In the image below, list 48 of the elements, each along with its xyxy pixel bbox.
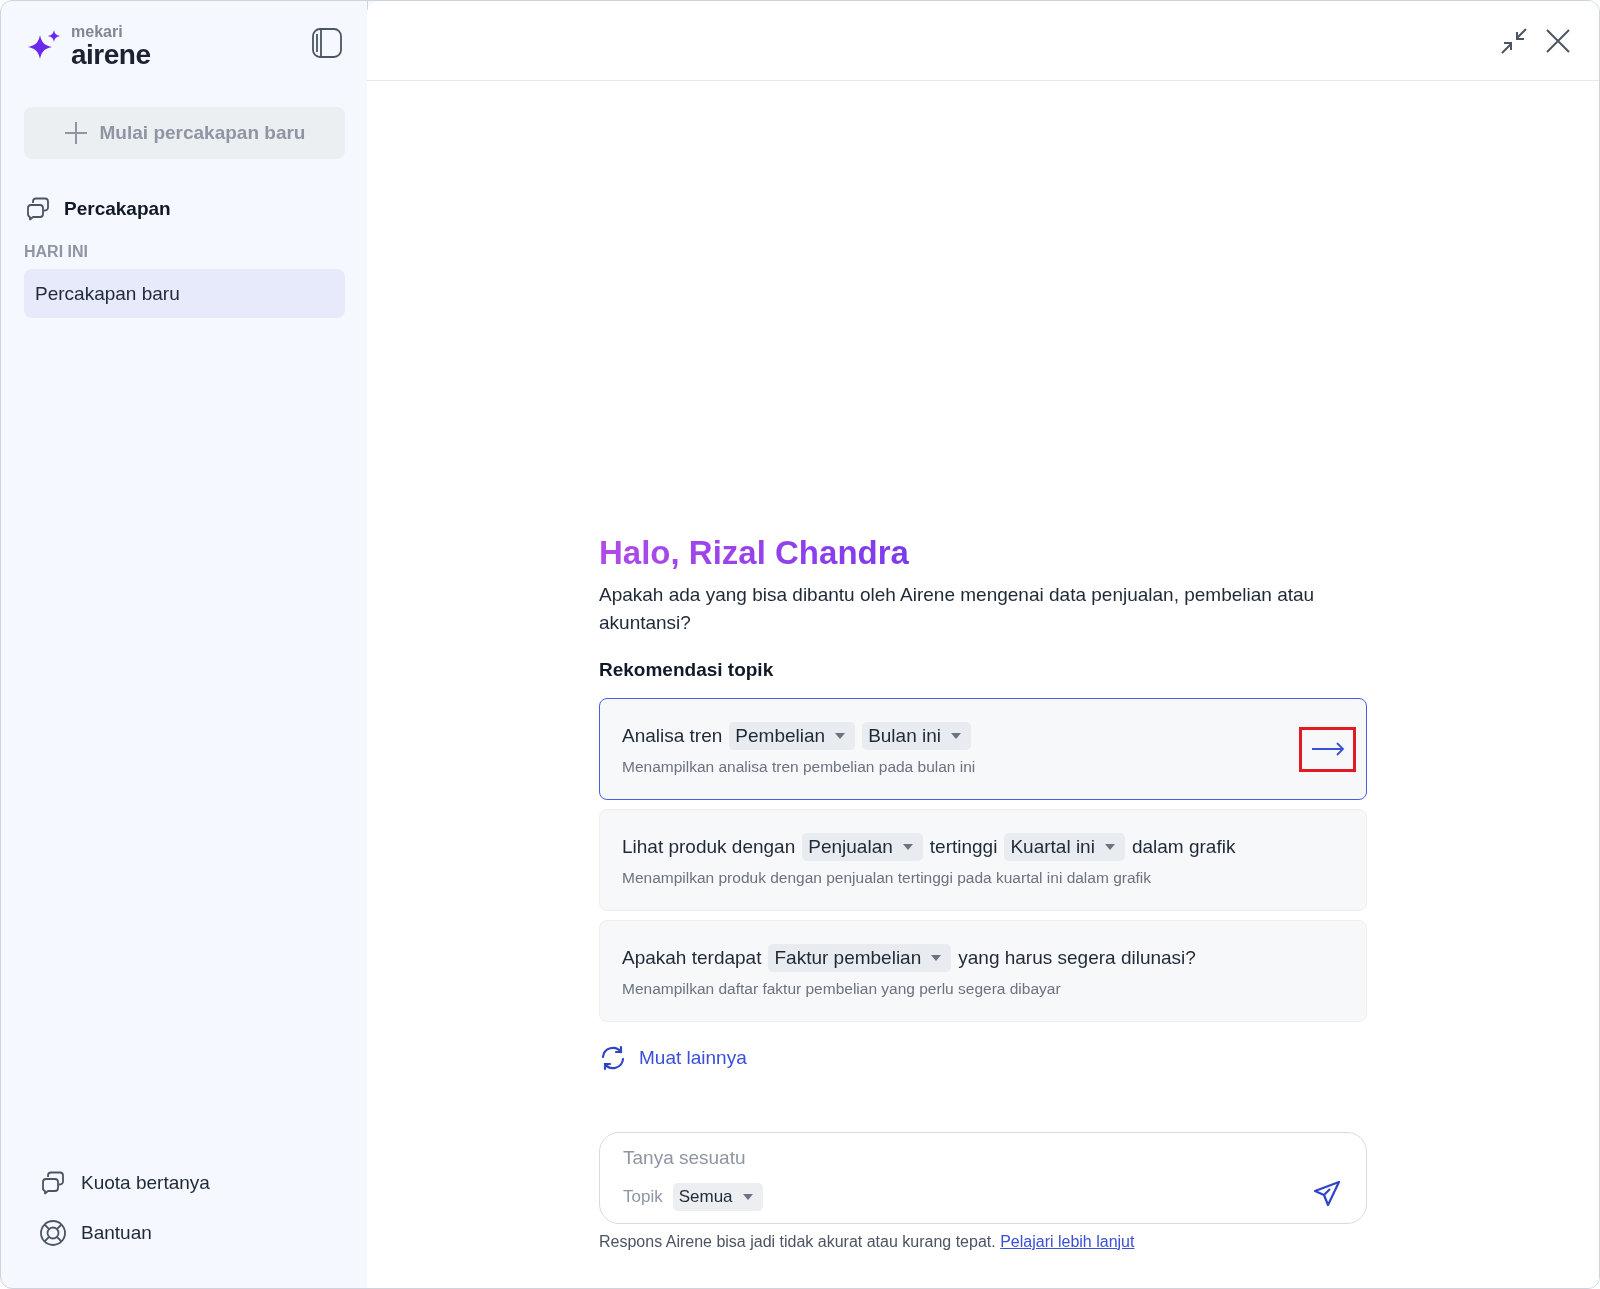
arrow-right-icon [1310,742,1345,756]
caret-icon [835,733,846,739]
caret-icon [742,1194,753,1200]
topic-text: Apakah terdapat [622,947,762,969]
conversation-item[interactable]: Percakapan baru [24,269,345,318]
load-more-button[interactable]: Muat lainnya [599,1044,747,1072]
topic-text: Lihat produk dengan [622,836,796,858]
brand-company: mekari [71,24,124,40]
sidebar-toggle-button[interactable] [311,27,343,59]
disclaimer-text: Respons Airene bisa jadi tidak akurat atau kurang tepat. Pelajari lebih lanjut [599,1233,1136,1251]
help-item[interactable]: Bantuan [24,1208,345,1258]
topic-card[interactable]: Apakah terdapat Faktur pembelian yang harus segera dilunasi? Menampilkan daftar faktur pembelian yang perlu segera dibayar [599,920,1367,1022]
question-input[interactable]: Tanya sesuatu [623,1147,1312,1169]
minimize-button[interactable] [1499,25,1529,56]
learn-more-link[interactable]: Pelajari lebih lanjut [1000,1233,1135,1250]
topic-text: Analisa tren [622,725,723,747]
topic-description: Menampilkan daftar faktur pembelian yang perlu segera dibayar [622,980,1062,998]
topic-dropdown[interactable]: Pembelian [729,722,856,750]
topic-dropdown[interactable]: Faktur pembelian [768,944,952,972]
topic-select[interactable]: Semua [672,1183,763,1211]
topic-description: Menampilkan produk dengan penjualan tertinggi pada kuartal ini dalam grafik [622,869,1153,887]
topic-dropdown[interactable]: Penjualan [802,833,923,861]
topic-description: Menampilkan analisa tren pembelian pada bulan ini [622,758,977,776]
caret-icon [902,844,913,850]
send-button[interactable] [1312,1179,1342,1209]
quota-item[interactable]: Kuota bertanya [24,1158,345,1208]
caret-icon [931,955,942,961]
topic-dropdown[interactable]: Bulan ini [862,722,971,750]
topic-card[interactable]: Analisa tren Pembelian Bulan ini Menampilkan analisa tren pembelian pada bulan ini [599,698,1367,800]
greeting-text: Apakah ada yang bisa dibantu oleh Airene mengenai data penjualan, pembelian atau akuntansi? [599,583,1316,635]
chat-bubbles-icon [24,195,52,223]
topic-text: yang harus segera dilunasi? [958,947,1196,969]
caret-icon [1104,844,1115,850]
topic-label: Topik [623,1187,663,1207]
chat-bubbles-icon [39,1169,67,1197]
topic-text: dalam grafik [1131,836,1236,858]
topic-card[interactable]: Lihat produk dengan Penjualan tertinggi Kuartal ini dalam grafik Menampilkan produk dengan penjualan tertinggi pada kuartal ini dalam grafik [599,809,1367,911]
group-label: HARI INI [24,243,89,261]
topic-text: tertinggi [929,836,998,858]
lifebuoy-icon [39,1219,67,1247]
topic-dropdown[interactable]: Kuartal ini [1004,833,1125,861]
section-title: Rekomendasi topik [599,659,775,681]
close-button[interactable] [1545,27,1571,54]
plus-icon [63,121,88,145]
caret-icon [951,733,961,739]
brand-name: airene [71,41,151,69]
refresh-icon [599,1044,627,1072]
section-title: Percakapan [64,198,171,220]
